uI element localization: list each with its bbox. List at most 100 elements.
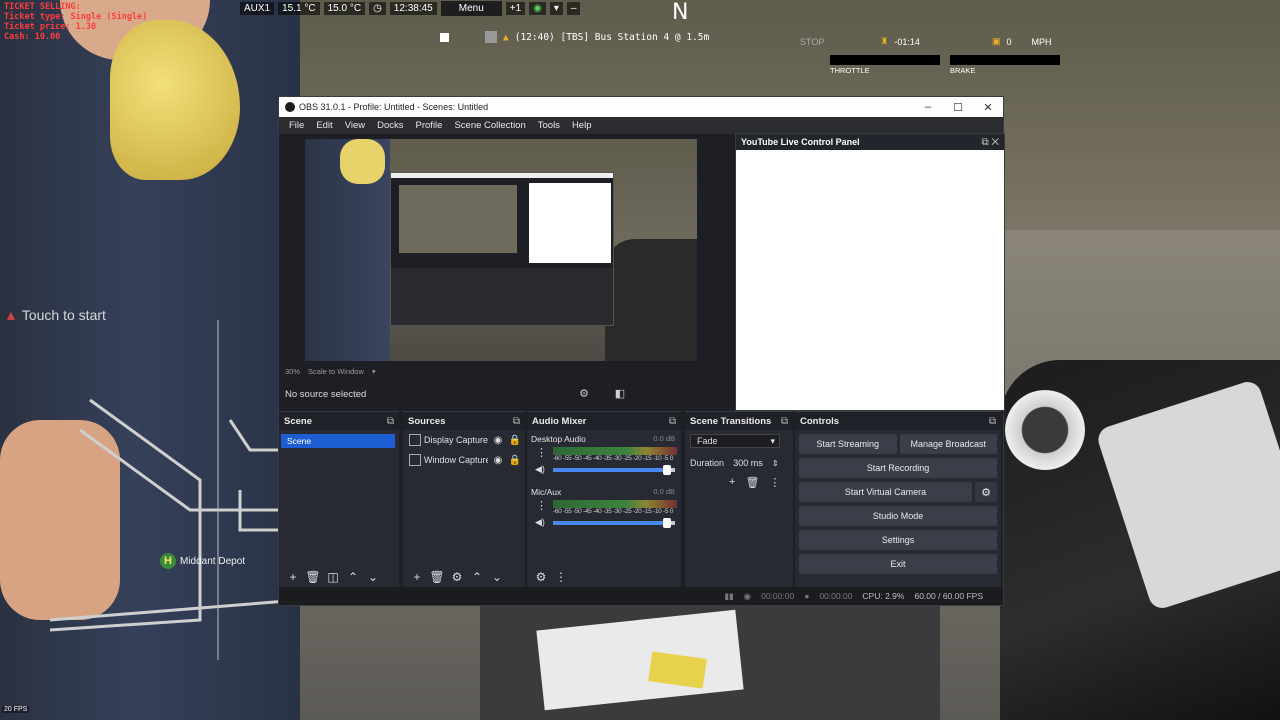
close-icon[interactable]: ✕ (973, 101, 1003, 114)
eye-icon[interactable]: ◉ (529, 1, 546, 15)
gear-icon[interactable]: ⚙ (449, 570, 465, 584)
menu-scene-collection[interactable]: Scene Collection (448, 120, 531, 131)
volume-knob[interactable] (662, 464, 671, 475)
scene-list-item[interactable]: Scene (281, 434, 395, 448)
maximize-icon[interactable]: ☐ (943, 101, 973, 114)
preview-nested-youtube (529, 183, 611, 263)
add-icon[interactable]: + (285, 570, 301, 584)
visibility-eye-icon[interactable]: ◉ (491, 455, 505, 466)
menu-tools[interactable]: Tools (532, 120, 566, 131)
touch-to-start-hint[interactable]: ▲ Touch to start (4, 307, 106, 323)
menu-help[interactable]: Help (566, 120, 598, 131)
channel-name: Mic/Aux (531, 487, 562, 497)
youtube-panel-title: YouTube Live Control Panel (741, 137, 860, 147)
start-recording-button[interactable]: Start Recording (799, 458, 997, 478)
undock-icon[interactable]: ⧉ ✕ (981, 137, 999, 148)
volume-slider[interactable] (552, 517, 675, 528)
filter-icon[interactable]: ◫ (325, 570, 341, 584)
minimize-game-button[interactable]: – (566, 1, 581, 15)
undock-icon[interactable]: ⧉ (781, 416, 788, 427)
stop-square-icon (440, 32, 449, 42)
spinner-icon[interactable]: ⇕ (772, 459, 779, 468)
menu-profile[interactable]: Profile (410, 120, 449, 131)
exit-button[interactable]: Exit (799, 554, 997, 574)
trash-icon[interactable]: 🗑 (305, 570, 321, 584)
start-streaming-button[interactable]: Start Streaming (799, 434, 897, 454)
studio-mode-button[interactable]: Studio Mode (799, 506, 997, 526)
game-topbar: AUX1 15.1 °C 15.0 °C ◷ 12:38:45 Menu +1 … (240, 0, 581, 16)
transitions-header: Scene Transitions ⧉ (685, 412, 793, 430)
speaker-icon[interactable]: ◀) (535, 464, 549, 475)
preview-scale[interactable]: Scale to Window (308, 367, 364, 376)
undock-icon[interactable]: ⧉ (513, 416, 520, 427)
window-title: OBS 31.0.1 - Profile: Untitled - Scenes:… (299, 102, 489, 112)
menu-docks[interactable]: Docks (371, 120, 409, 131)
menu-edit[interactable]: Edit (310, 120, 338, 131)
game-menu-button[interactable]: Menu (440, 0, 502, 16)
source-item[interactable]: Window Capture ◉ 🔒 (403, 450, 525, 470)
volume-knob[interactable] (662, 517, 671, 528)
arrow-down-icon[interactable]: ⌄ (489, 570, 505, 584)
preview-canvas[interactable] (305, 139, 697, 361)
ticket-info: TICKET SELLING: Ticket type: Single (Sin… (4, 2, 147, 42)
controls-header: Controls ⧉ (795, 412, 1001, 430)
youtube-control-panel: YouTube Live Control Panel ⧉ ✕ (735, 133, 1005, 411)
channel-name: Desktop Audio (531, 434, 586, 444)
volume-fill (552, 520, 669, 525)
manage-broadcast-button[interactable]: Manage Broadcast (899, 434, 997, 454)
start-virtual-camera-button[interactable]: Start Virtual Camera (799, 482, 972, 502)
arrow-up-icon[interactable]: ⌃ (469, 570, 485, 584)
lock-icon[interactable]: 🔒 (508, 435, 522, 446)
no-source-label: No source selected (285, 388, 367, 400)
more-options-icon[interactable]: ⋮ (536, 446, 547, 459)
settings-button[interactable]: Settings (799, 530, 997, 550)
undock-icon[interactable]: ⧉ (387, 416, 394, 427)
visibility-eye-icon[interactable]: ◉ (491, 435, 505, 446)
trash-icon[interactable]: 🗑 (429, 570, 445, 584)
more-options-icon[interactable]: ⋮ (536, 499, 547, 512)
speaker-icon[interactable]: ◀) (535, 517, 549, 528)
brake-bar (950, 55, 1060, 65)
preview-zoom[interactable]: 30% (285, 367, 300, 376)
mixer-footer: ⚙ ⋮ (527, 566, 681, 588)
door-icon (485, 31, 497, 43)
sources-header: Sources ⧉ (403, 412, 525, 430)
menu-file[interactable]: File (283, 120, 310, 131)
transition-actions: + 🗑 ⋮ (685, 476, 793, 489)
arrow-up-icon[interactable]: ⌃ (345, 570, 361, 584)
add-icon[interactable]: + (729, 476, 735, 489)
volume-fill (552, 467, 669, 472)
settings-row: Settings (799, 530, 997, 550)
bus-icon: ▣ (991, 36, 1001, 46)
arrow-down-icon[interactable]: ⌄ (365, 570, 381, 584)
meter-scale: -60 -55 -50 -45 -40 -35 -30 -25 -20 -15 … (553, 508, 674, 515)
undock-icon[interactable]: ⧉ (989, 416, 996, 427)
more-options-icon[interactable]: ⋮ (769, 476, 780, 489)
gear-icon[interactable]: ⚙ (975, 482, 997, 502)
preview-nested-canvas (399, 185, 517, 253)
trash-icon[interactable]: 🗑 (745, 476, 759, 489)
youtube-panel-header: YouTube Live Control Panel ⧉ ✕ (736, 134, 1004, 150)
volume-meter (553, 500, 677, 508)
lock-icon[interactable]: 🔒 (508, 455, 522, 466)
volume-slider[interactable] (552, 464, 675, 475)
duration-input[interactable]: 300 ms (728, 456, 768, 470)
transition-select[interactable]: Fade ▾ (690, 434, 780, 448)
source-item[interactable]: Display Capture ◉ 🔒 (403, 430, 525, 450)
brake-label: BRAKE (950, 66, 976, 75)
menu-view[interactable]: View (339, 120, 371, 131)
chevron-down-icon[interactable]: ▾ (372, 367, 376, 376)
counter-button[interactable]: +1 (505, 1, 526, 15)
gear-icon[interactable]: ⚙ (577, 387, 591, 401)
channel-db: 0.0 dB (653, 434, 675, 443)
undock-icon[interactable]: ⧉ (669, 416, 676, 427)
mixer-settings-icon[interactable]: ⚙ (533, 570, 549, 584)
filter-icon[interactable]: ◧ (613, 387, 627, 401)
obs-titlebar[interactable]: OBS 31.0.1 - Profile: Untitled - Scenes:… (279, 97, 1003, 117)
virtual-camera-row: Start Virtual Camera ⚙ (799, 482, 997, 502)
chevron-down-icon[interactable]: ▾ (549, 1, 563, 15)
more-options-icon[interactable]: ⋮ (553, 570, 569, 584)
minimize-icon[interactable]: – (913, 101, 943, 113)
add-icon[interactable]: + (409, 570, 425, 584)
obs-logo-icon (285, 102, 295, 112)
